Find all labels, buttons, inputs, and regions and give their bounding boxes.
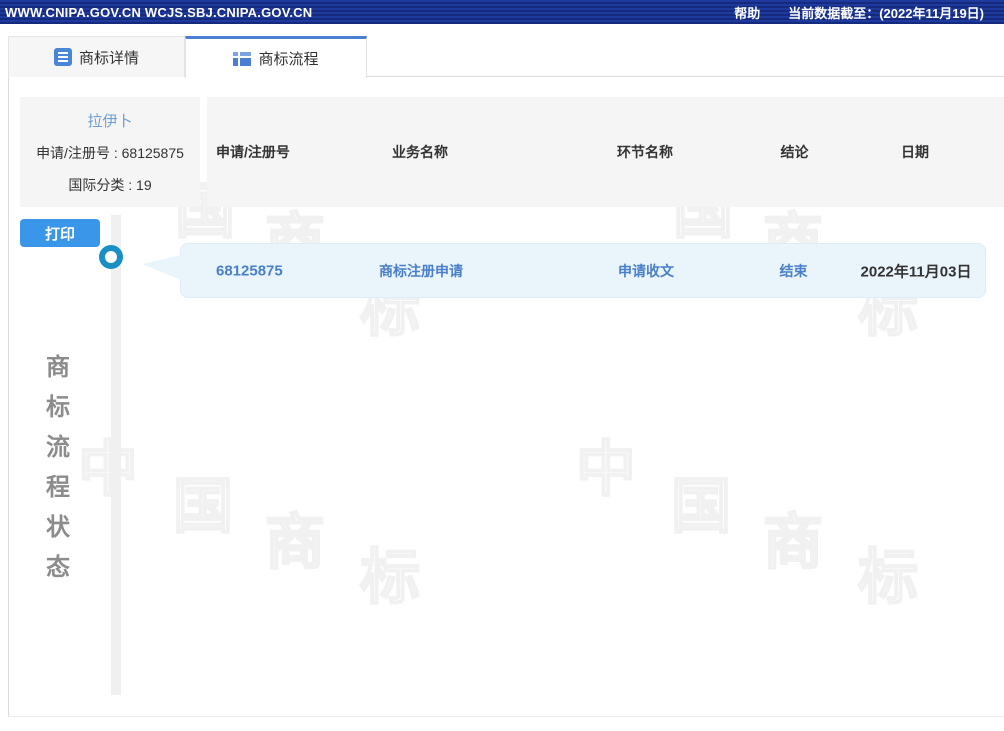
watermark-glyph: 中: [78, 440, 138, 500]
side-title-char: 标: [46, 396, 70, 420]
header-reg-no: 申请/注册号: [216, 142, 346, 162]
side-title-char: 商: [46, 356, 70, 380]
topbar: WWW.CNIPA.GOV.CN WCJS.SBJ.CNIPA.GOV.CN 帮…: [0, 0, 1004, 24]
watermark-glyph: 国: [173, 477, 233, 537]
tab-flow-label: 商标流程: [258, 48, 318, 69]
watermark-glyph: 国: [671, 477, 731, 537]
help-link[interactable]: 帮助: [734, 3, 760, 22]
side-title-char: 态: [46, 556, 70, 580]
site-domains: WWW.CNIPA.GOV.CN WCJS.SBJ.CNIPA.GOV.CN: [5, 5, 312, 20]
trademark-reg-no: 申请/注册号 : 68125875: [36, 143, 184, 163]
side-title-flow-status: 商 标 流 程 状 态: [40, 356, 76, 580]
trademark-name: 拉伊卜: [87, 110, 132, 131]
watermark-glyph: 标: [360, 548, 420, 608]
data-cutoff-label: 当前数据截至：(2022年11月19日): [788, 3, 984, 22]
timeline-node: [99, 245, 123, 269]
side-title-char: 流: [46, 436, 70, 460]
flow-row: 68125875 商标注册申请 申请收文 结束 2022年11月03日: [180, 243, 986, 298]
timeline-track: [111, 215, 121, 695]
row-reg-no: 68125875: [216, 262, 346, 279]
list-icon: [233, 50, 251, 68]
row-business: 商标注册申请: [351, 261, 491, 281]
row-step: 申请收文: [576, 261, 716, 281]
trademark-info-panel: 拉伊卜 申请/注册号 : 68125875 国际分类 : 19: [20, 97, 200, 207]
header-business: 业务名称: [350, 142, 490, 162]
content-left-border: [8, 77, 9, 716]
watermark-glyph: 商: [763, 513, 823, 573]
tab-bar: 商标详情 商标流程: [8, 36, 1004, 77]
row-date: 2022年11月03日: [856, 260, 976, 281]
header-conclusion: 结论: [747, 142, 842, 162]
side-title-char: 状: [46, 516, 70, 540]
tab-trademark-flow[interactable]: 商标流程: [185, 36, 367, 78]
header-date: 日期: [855, 142, 975, 162]
tab-trademark-details[interactable]: 商标详情: [8, 36, 185, 77]
cnipa-trademark-flow-page: WWW.CNIPA.GOV.CN WCJS.SBJ.CNIPA.GOV.CN 帮…: [0, 0, 1004, 731]
side-title-char: 程: [46, 476, 70, 500]
bubble-pointer: [142, 255, 181, 280]
flow-table-header: 申请/注册号 业务名称 环节名称 结论 日期: [207, 97, 1004, 207]
tab-details-label: 商标详情: [79, 47, 139, 68]
watermark-glyph: 中: [576, 440, 636, 500]
document-icon: [54, 48, 72, 66]
print-button[interactable]: 打印: [20, 219, 100, 247]
row-conclusion: 结束: [746, 261, 841, 281]
watermark-glyph: 标: [858, 548, 918, 608]
trademark-intl-class: 国际分类 : 19: [68, 175, 151, 195]
content-bottom-border: [8, 716, 1004, 717]
header-step: 环节名称: [575, 142, 715, 162]
watermark-glyph: 商: [265, 513, 325, 573]
